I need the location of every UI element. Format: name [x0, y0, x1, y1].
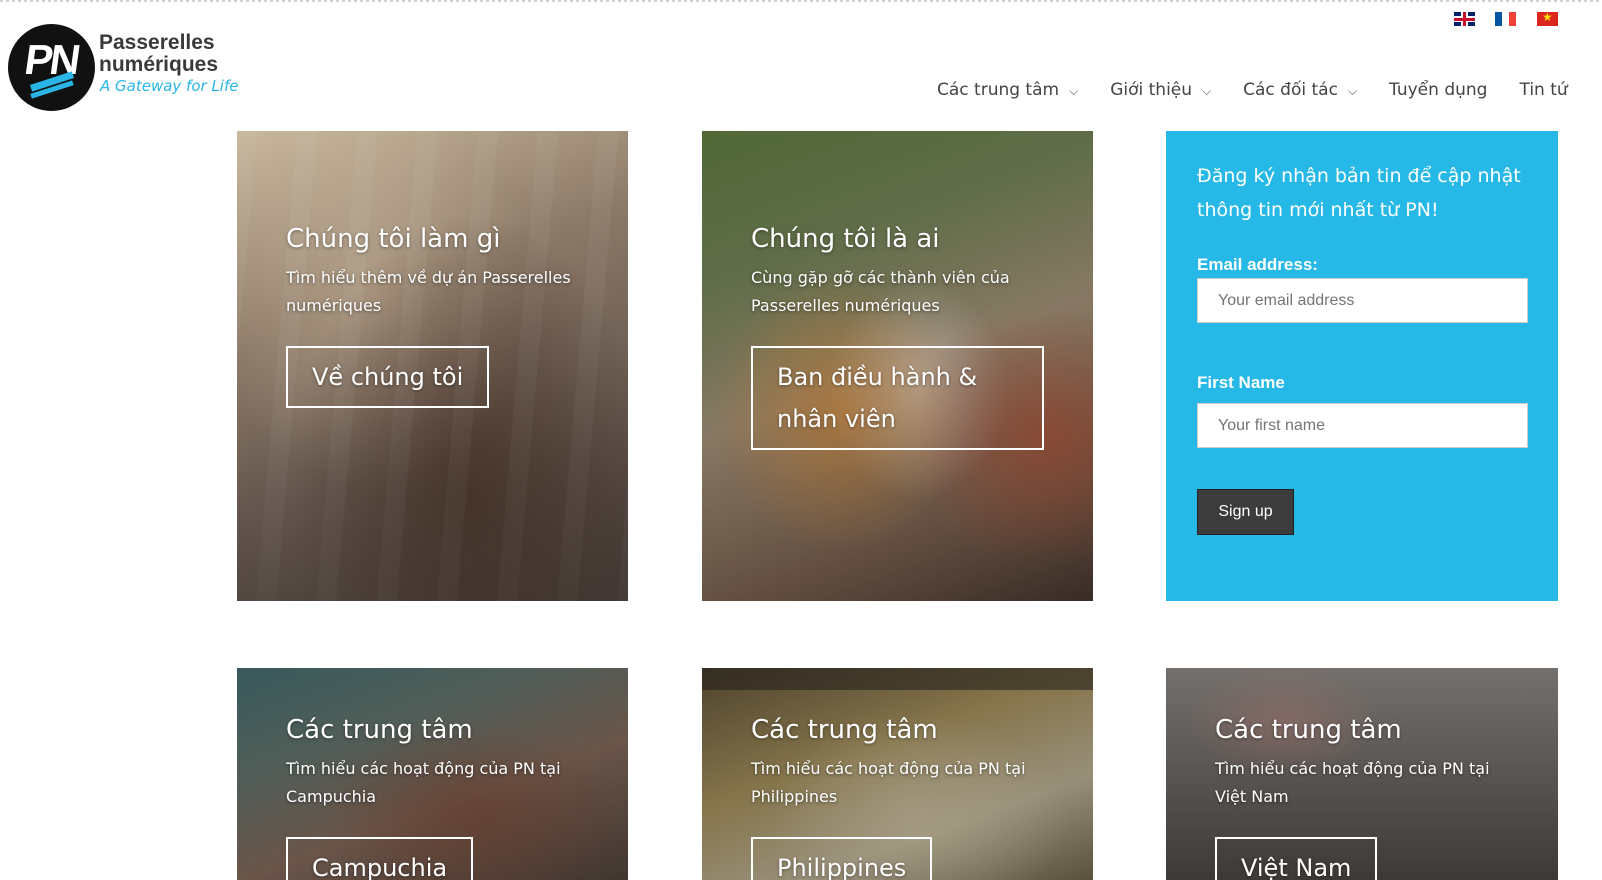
logo-name: Passerelles numériques: [99, 32, 218, 76]
email-label: Email address:: [1197, 255, 1318, 274]
chevron-down-icon: ⌵: [1202, 83, 1212, 98]
logo-name-line1: Passerelles: [99, 31, 215, 54]
nav-item-label: Giới thiệu: [1110, 80, 1193, 100]
team-button[interactable]: Ban điều hành & nhân viên: [751, 346, 1044, 450]
tile-title: Các trung tâm: [1215, 715, 1402, 745]
logo-mark: PN: [8, 24, 95, 111]
nav-item-partners[interactable]: Các đối tác ⌵: [1243, 80, 1357, 100]
main-nav: Các trung tâm ⌵ Giới thiệu ⌵ Các đối tác…: [937, 80, 1600, 100]
vietnam-button[interactable]: Việt Nam: [1215, 837, 1378, 880]
tile-what-we-do: Chúng tôi làm gì Tìm hiểu thêm về dự án …: [237, 131, 628, 601]
tile-title: Chúng tôi làm gì: [286, 224, 501, 254]
email-field[interactable]: Your email address: [1197, 278, 1528, 323]
tile-center-cambodia: Các trung tâm Tìm hiểu các hoạt động của…: [237, 668, 628, 880]
logo-tagline: A Gateway for Life: [100, 77, 239, 95]
uk-flag-icon[interactable]: [1454, 12, 1475, 26]
tile-center-vietnam: Các trung tâm Tìm hiểu các hoạt động của…: [1166, 668, 1558, 880]
top-border: [0, 0, 1602, 2]
nav-item-about[interactable]: Giới thiệu ⌵: [1110, 80, 1211, 100]
site-logo[interactable]: PN Passerelles numériques A Gateway for …: [8, 24, 248, 114]
tile-text: Tìm hiểu các hoạt động của PN tại Philip…: [751, 759, 1026, 806]
france-flag-icon[interactable]: [1495, 12, 1516, 26]
nav-item-centers[interactable]: Các trung tâm ⌵: [937, 80, 1078, 100]
nav-item-label: Các trung tâm: [937, 80, 1060, 100]
vietnam-flag-icon[interactable]: [1537, 10, 1558, 26]
chevron-down-icon: ⌵: [1347, 83, 1358, 98]
tile-title: Chúng tôi là ai: [751, 224, 940, 254]
tile-text: Tìm hiểu các hoạt động của PN tại Campuc…: [286, 759, 561, 806]
tile-title: Các trung tâm: [751, 715, 938, 745]
first-name-field[interactable]: Your first name: [1197, 403, 1528, 448]
philippines-button[interactable]: Philippines: [751, 837, 933, 880]
tile-who-we-are: Chúng tôi là ai Cùng gặp gỡ các thành vi…: [702, 131, 1093, 601]
tile-center-philippines: Các trung tâm Tìm hiểu các hoạt động của…: [702, 668, 1093, 880]
about-us-button[interactable]: Về chúng tôi: [286, 346, 490, 408]
first-name-label: First Name: [1197, 373, 1285, 392]
cambodia-button[interactable]: Campuchia: [286, 837, 474, 880]
nav-item-recruitment[interactable]: Tuyển dụng: [1389, 80, 1487, 100]
tile-title: Các trung tâm: [286, 715, 473, 745]
nav-item-news[interactable]: Tin tứ: [1519, 80, 1567, 100]
nav-item-label: Các đối tác: [1243, 80, 1338, 100]
tile-text: Tìm hiểu các hoạt động của PN tại Việt N…: [1215, 759, 1490, 806]
newsletter-intro: Đăng ký nhận bản tin để cập nhật thông t…: [1197, 165, 1521, 221]
nav-item-label: Tin tứ: [1519, 80, 1568, 100]
sign-up-button[interactable]: Sign up: [1197, 489, 1294, 535]
tile-text: Tìm hiểu thêm về dự án Passerelles numér…: [286, 268, 571, 315]
tile-text: Cùng gặp gỡ các thành viên của Passerell…: [751, 268, 1010, 315]
nav-item-label: Tuyển dụng: [1389, 80, 1488, 100]
newsletter-signup: Đăng ký nhận bản tin để cập nhật thông t…: [1166, 131, 1558, 601]
chevron-down-icon: ⌵: [1069, 83, 1079, 98]
logo-name-line2: numériques: [99, 53, 219, 76]
